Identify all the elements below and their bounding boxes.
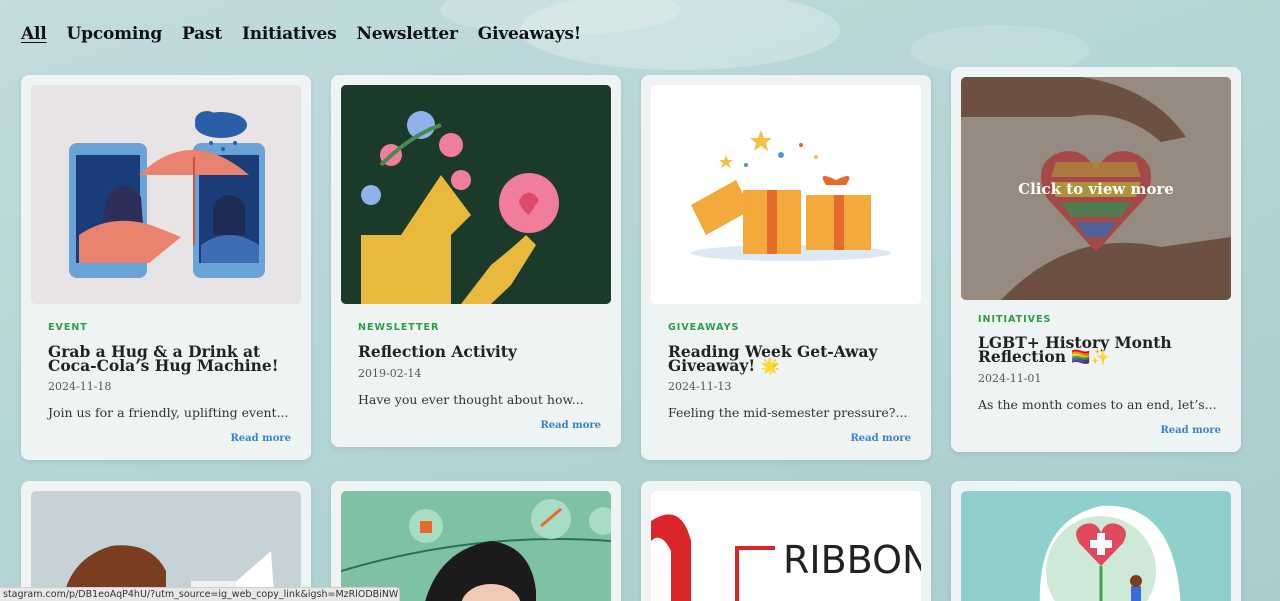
card-title[interactable]: Reflection Activity: [358, 344, 598, 360]
heart-flower-head: [961, 491, 1231, 601]
card-image-ribbon[interactable]: RIBBON: [651, 491, 921, 601]
card-image-rainbow-heart[interactable]: Click to view more: [961, 77, 1231, 300]
card-category: EVENT: [48, 322, 88, 333]
card-excerpt: As the month comes to an end, let’s...: [978, 397, 1217, 412]
overlay-text: Click to view more: [1018, 179, 1174, 198]
event-card[interactable]: [331, 481, 621, 601]
card-excerpt: Feeling the mid-semester pressure?...: [668, 405, 908, 420]
person-megaphone: [31, 491, 301, 601]
card-date: 2024-11-13: [668, 380, 732, 393]
newsletter-card[interactable]: NEWSLETTER Reflection Activity 2019-02-1…: [331, 75, 621, 447]
ribbon-text: RIBBON: [783, 538, 921, 582]
card-image-woman-icons[interactable]: [341, 491, 611, 601]
flower-head-illustration: [341, 85, 611, 304]
card-date: 2024-11-01: [978, 372, 1042, 385]
filter-newsletter[interactable]: Newsletter: [356, 24, 458, 44]
filter-upcoming[interactable]: Upcoming: [67, 24, 163, 44]
read-more-link[interactable]: Read more: [850, 433, 911, 444]
card-category: NEWSLETTER: [358, 322, 440, 333]
link-status-bar: stagram.com/p/DB1eoAqP4hU/?utm_source=ig…: [0, 587, 400, 601]
card-date: 2024-11-18: [48, 380, 112, 393]
card-title[interactable]: Reading Week Get-Away Giveaway! 🌟: [668, 344, 908, 374]
event-card[interactable]: [21, 481, 311, 601]
event-card[interactable]: RIBBON: [641, 481, 931, 601]
filter-initiatives[interactable]: Initiatives: [242, 24, 337, 44]
filter-all[interactable]: All: [21, 24, 47, 44]
card-image-flowers[interactable]: [341, 85, 611, 304]
card-category: INITIATIVES: [978, 314, 1052, 325]
card-image-gifts[interactable]: [651, 85, 921, 304]
card-image-megaphone[interactable]: [31, 491, 301, 601]
card-image-umbrella[interactable]: [31, 85, 301, 304]
initiatives-card[interactable]: Click to view more INITIATIVES LGBT+ His…: [951, 67, 1241, 452]
filter-past[interactable]: Past: [182, 24, 222, 44]
read-more-link[interactable]: Read more: [540, 420, 601, 431]
gift-boxes-illustration: [651, 85, 921, 304]
event-card[interactable]: [951, 481, 1241, 601]
card-date: 2019-02-14: [358, 367, 422, 380]
card-title[interactable]: Grab a Hug & a Drink at Coca-Cola’s Hug …: [48, 344, 288, 374]
hover-overlay[interactable]: Click to view more: [961, 77, 1231, 300]
read-more-link[interactable]: Read more: [1160, 425, 1221, 436]
card-title[interactable]: LGBT+ History Month Reflection 🏳️‍🌈✨: [978, 335, 1218, 365]
filter-giveaways[interactable]: Giveaways!: [478, 24, 581, 44]
event-card[interactable]: EVENT Grab a Hug & a Drink at Coca-Cola’…: [21, 75, 311, 460]
umbrella-phones-illustration: [31, 85, 301, 304]
card-image-heart-flower[interactable]: [961, 491, 1231, 601]
card-category: GIVEAWAYS: [668, 322, 740, 333]
filter-nav: All Upcoming Past Initiatives Newsletter…: [21, 24, 581, 44]
card-excerpt: Have you ever thought about how...: [358, 392, 584, 407]
giveaway-card[interactable]: GIVEAWAYS Reading Week Get-Away Giveaway…: [641, 75, 931, 460]
woman-icons: [341, 491, 611, 601]
read-more-link[interactable]: Read more: [230, 433, 291, 444]
card-excerpt: Join us for a friendly, uplifting event.…: [48, 405, 289, 420]
